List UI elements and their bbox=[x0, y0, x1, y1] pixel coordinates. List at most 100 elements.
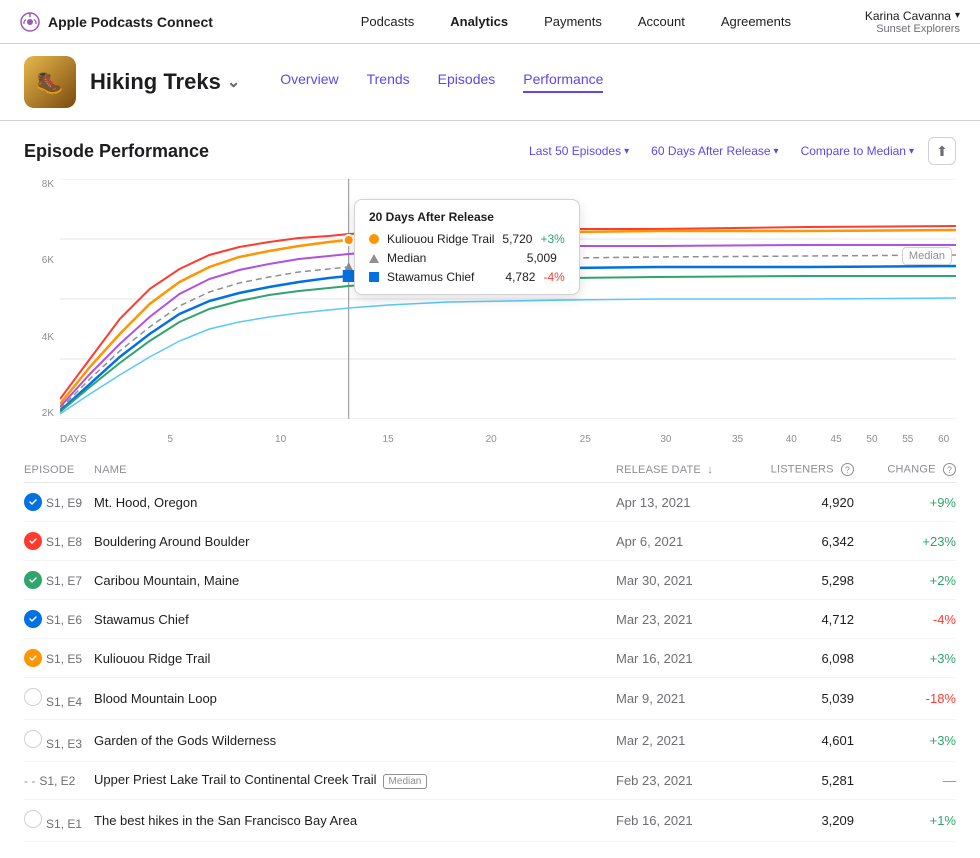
episode-table: EPISODE NAME RELEASE DATE ↓ LISTENERS ? … bbox=[24, 457, 956, 842]
col-header-change[interactable]: CHANGE ? bbox=[866, 457, 956, 483]
median-chart-label: Median bbox=[902, 247, 952, 265]
tab-episodes[interactable]: Episodes bbox=[438, 71, 496, 93]
user-subtitle: Sunset Explorers bbox=[876, 23, 960, 35]
export-btn[interactable]: ⬆ bbox=[928, 137, 956, 165]
export-icon: ⬆ bbox=[936, 143, 948, 160]
col-header-name: NAME bbox=[94, 457, 616, 483]
filter-episodes-btn[interactable]: Last 50 Episodes ▾ bbox=[521, 140, 637, 162]
table-row[interactable]: S1, E1 The best hikes in the San Francis… bbox=[24, 800, 956, 842]
cell-change: +3% bbox=[866, 720, 956, 762]
table-row[interactable]: S1, E5 Kuliouou Ridge Trail Mar 16, 2021… bbox=[24, 639, 956, 678]
section-header: Episode Performance Last 50 Episodes ▾ 6… bbox=[24, 137, 956, 165]
cell-episode: S1, E6 bbox=[24, 600, 94, 639]
table-row[interactable]: S1, E9 Mt. Hood, Oregon Apr 13, 2021 4,9… bbox=[24, 483, 956, 522]
tab-performance[interactable]: Performance bbox=[523, 71, 603, 93]
tooltip-header: 20 Days After Release bbox=[369, 210, 565, 224]
x-label-55: 55 bbox=[902, 434, 913, 445]
brand[interactable]: Apple Podcasts Connect bbox=[20, 12, 213, 32]
col-header-listeners[interactable]: LISTENERS ? bbox=[746, 457, 866, 483]
cell-listeners: 6,098 bbox=[746, 639, 866, 678]
cell-date: Mar 16, 2021 bbox=[616, 639, 746, 678]
main-content: Episode Performance Last 50 Episodes ▾ 6… bbox=[0, 121, 980, 858]
tab-trends[interactable]: Trends bbox=[367, 71, 410, 93]
cell-name: Upper Priest Lake Trail to Continental C… bbox=[94, 762, 616, 800]
podcast-chevron-icon: ⌄ bbox=[227, 72, 240, 92]
cell-change: +9% bbox=[866, 483, 956, 522]
tooltip-change-3: -4% bbox=[543, 270, 564, 284]
cell-listeners: 4,601 bbox=[746, 720, 866, 762]
cell-change: -18% bbox=[866, 678, 956, 720]
chevron-icon3: ▾ bbox=[909, 146, 914, 157]
tooltip-row-2: Median 5,009 bbox=[369, 251, 565, 265]
tooltip-sq-blue bbox=[369, 272, 379, 282]
tooltip-value-3: 4,782 bbox=[505, 270, 535, 284]
x-label-25: 25 bbox=[580, 434, 591, 445]
table-row[interactable]: S1, E4 Blood Mountain Loop Mar 9, 2021 5… bbox=[24, 678, 956, 720]
cell-episode: S1, E8 bbox=[24, 522, 94, 561]
x-label-60: 60 bbox=[938, 434, 949, 445]
status-icon bbox=[24, 493, 42, 511]
cell-name: The best hikes in the San Francisco Bay … bbox=[94, 800, 616, 842]
table-row[interactable]: S1, E8 Bouldering Around Boulder Apr 6, … bbox=[24, 522, 956, 561]
nav-links: Podcasts Analytics Payments Account Agre… bbox=[361, 14, 791, 29]
nav-analytics[interactable]: Analytics bbox=[450, 14, 508, 29]
y-label-6k: 6K bbox=[42, 255, 54, 266]
median-badge: Median bbox=[383, 774, 428, 789]
cell-date: Apr 13, 2021 bbox=[616, 483, 746, 522]
nav-podcasts[interactable]: Podcasts bbox=[361, 14, 414, 29]
brand-name: Apple Podcasts Connect bbox=[48, 14, 213, 30]
nav-payments[interactable]: Payments bbox=[544, 14, 602, 29]
cell-change: — bbox=[866, 762, 956, 800]
chevron-icon2: ▾ bbox=[774, 146, 779, 157]
cell-name: Stawamus Chief bbox=[94, 600, 616, 639]
cell-date: Feb 16, 2021 bbox=[616, 800, 746, 842]
podcast-tabs: Overview Trends Episodes Performance bbox=[280, 71, 603, 93]
cell-listeners: 5,298 bbox=[746, 561, 866, 600]
chart-x-axis: DAYS 5 10 15 20 25 30 35 40 45 50 55 60 bbox=[60, 421, 956, 449]
nav-agreements[interactable]: Agreements bbox=[721, 14, 791, 29]
cell-change: +2% bbox=[866, 561, 956, 600]
cell-date: Mar 9, 2021 bbox=[616, 678, 746, 720]
nav-account[interactable]: Account bbox=[638, 14, 685, 29]
chevron-down-icon: ▾ bbox=[955, 10, 960, 21]
x-label-35: 35 bbox=[732, 434, 743, 445]
cell-listeners: 5,039 bbox=[746, 678, 866, 720]
table-row[interactable]: S1, E3 Garden of the Gods Wilderness Mar… bbox=[24, 720, 956, 762]
y-label-8k: 8K bbox=[42, 179, 54, 190]
user-name: Karina Cavanna ▾ bbox=[865, 9, 960, 23]
cell-listeners: 4,920 bbox=[746, 483, 866, 522]
col-header-date[interactable]: RELEASE DATE ↓ bbox=[616, 457, 746, 483]
tab-overview[interactable]: Overview bbox=[280, 71, 338, 93]
table-row[interactable]: S1, E6 Stawamus Chief Mar 23, 2021 4,712… bbox=[24, 600, 956, 639]
status-icon bbox=[24, 810, 42, 828]
cell-name: Bouldering Around Boulder bbox=[94, 522, 616, 561]
cell-episode: S1, E3 bbox=[24, 720, 94, 762]
cell-date: Feb 23, 2021 bbox=[616, 762, 746, 800]
help-icon-listeners[interactable]: ? bbox=[841, 463, 854, 476]
x-days-label: DAYS bbox=[60, 434, 87, 445]
cell-date: Mar 23, 2021 bbox=[616, 600, 746, 639]
chart-container: 8K 6K 4K 2K bbox=[24, 179, 956, 449]
sort-icon: ↓ bbox=[707, 464, 713, 476]
cell-name: Blood Mountain Loop bbox=[94, 678, 616, 720]
tooltip-value-1: 5,720 bbox=[502, 232, 532, 246]
podcast-header: 🥾 Hiking Treks ⌄ Overview Trends Episode… bbox=[0, 44, 980, 121]
table-row[interactable]: - -S1, E2 Upper Priest Lake Trail to Con… bbox=[24, 762, 956, 800]
cell-episode: S1, E1 bbox=[24, 800, 94, 842]
status-icon: - - bbox=[24, 774, 35, 788]
x-label-20: 20 bbox=[486, 434, 497, 445]
status-icon bbox=[24, 649, 42, 667]
cell-listeners: 6,342 bbox=[746, 522, 866, 561]
table-row[interactable]: S1, E7 Caribou Mountain, Maine Mar 30, 2… bbox=[24, 561, 956, 600]
tooltip-name-2: Median bbox=[387, 251, 519, 265]
x-label-15: 15 bbox=[383, 434, 394, 445]
filter-compare-btn[interactable]: Compare to Median ▾ bbox=[793, 140, 922, 162]
filter-days-btn[interactable]: 60 Days After Release ▾ bbox=[643, 140, 786, 162]
help-icon-change[interactable]: ? bbox=[943, 463, 956, 476]
podcast-title[interactable]: Hiking Treks ⌄ bbox=[90, 69, 240, 95]
x-label-45: 45 bbox=[831, 434, 842, 445]
cell-episode: S1, E4 bbox=[24, 678, 94, 720]
table-header-row: EPISODE NAME RELEASE DATE ↓ LISTENERS ? … bbox=[24, 457, 956, 483]
cell-change: -4% bbox=[866, 600, 956, 639]
tooltip-change-1: +3% bbox=[540, 232, 564, 246]
